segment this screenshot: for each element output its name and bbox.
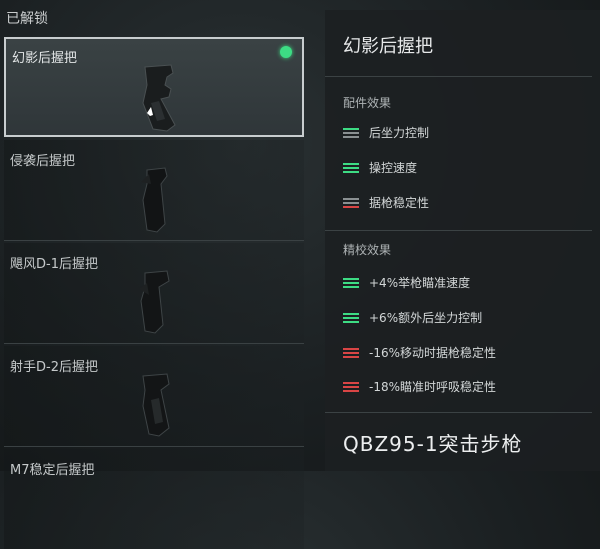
- attachment-card-hurricane[interactable]: 飓风D-1后握把: [4, 243, 304, 344]
- attachment-name: M7稳定后握把: [10, 463, 95, 478]
- refine-label: 精校效果: [343, 243, 392, 257]
- grip-icon: [141, 167, 168, 233]
- refine-text: -18%瞄准时呼吸稳定性: [369, 380, 497, 394]
- stat-level-icon: [343, 312, 359, 323]
- stat-level-icon: [343, 381, 359, 392]
- effect-recoil: 后坐力控制: [343, 124, 429, 141]
- attachment-card-raid[interactable]: 侵袭后握把: [4, 140, 304, 241]
- effect-text: 后坐力控制: [369, 126, 430, 140]
- stat-level-icon: [343, 277, 359, 288]
- effect-text: 据枪稳定性: [369, 196, 430, 210]
- effect-stability: 据枪稳定性: [343, 194, 429, 211]
- attachment-name: 射手D-2后握把: [10, 360, 98, 375]
- attachment-name: 飓风D-1后握把: [10, 257, 98, 272]
- card-divider: [4, 343, 304, 344]
- attachment-card-m7[interactable]: M7稳定后握把: [4, 449, 304, 549]
- section-title: 已解锁: [6, 11, 48, 27]
- card-divider: [4, 446, 304, 447]
- stat-level-icon: [343, 197, 359, 208]
- equipped-indicator: [280, 46, 292, 58]
- refine-move-stability: -16%移动时据枪稳定性: [343, 344, 496, 361]
- weapon-name: QBZ95-1突击步枪: [343, 432, 523, 456]
- refine-text: +4%举枪瞄准速度: [369, 276, 471, 290]
- divider: [325, 230, 592, 231]
- effects-label: 配件效果: [343, 96, 392, 110]
- effect-text: 操控速度: [369, 161, 418, 175]
- attachment-card-shooter[interactable]: 射手D-2后握把: [4, 346, 304, 447]
- attachment-name: 幻影后握把: [12, 51, 78, 66]
- stat-level-icon: [343, 127, 359, 138]
- divider: [325, 412, 592, 413]
- divider: [325, 76, 592, 77]
- refine-breath-stability: -18%瞄准时呼吸稳定性: [343, 378, 496, 395]
- grip-icon: [142, 373, 170, 437]
- card-divider: [4, 240, 304, 241]
- stat-level-icon: [343, 347, 359, 358]
- attachment-card-phantom[interactable]: 幻影后握把: [4, 37, 304, 137]
- refine-recoil: +6%额外后坐力控制: [343, 309, 482, 326]
- detail-panel: 幻影后握把 配件效果 后坐力控制 操控速度 据枪稳定性 精校效果 +4%举枪瞄准…: [325, 10, 600, 471]
- refine-text: +6%额外后坐力控制: [369, 311, 483, 325]
- refine-text: -16%移动时据枪稳定性: [369, 346, 497, 360]
- refine-ads-speed: +4%举枪瞄准速度: [343, 274, 470, 291]
- attachment-name: 侵袭后握把: [10, 154, 76, 169]
- detail-title: 幻影后握把: [343, 36, 433, 57]
- effect-handling: 操控速度: [343, 159, 417, 176]
- grip-icon: [139, 270, 170, 334]
- grip-icon: [142, 64, 176, 132]
- stat-level-icon: [343, 162, 359, 173]
